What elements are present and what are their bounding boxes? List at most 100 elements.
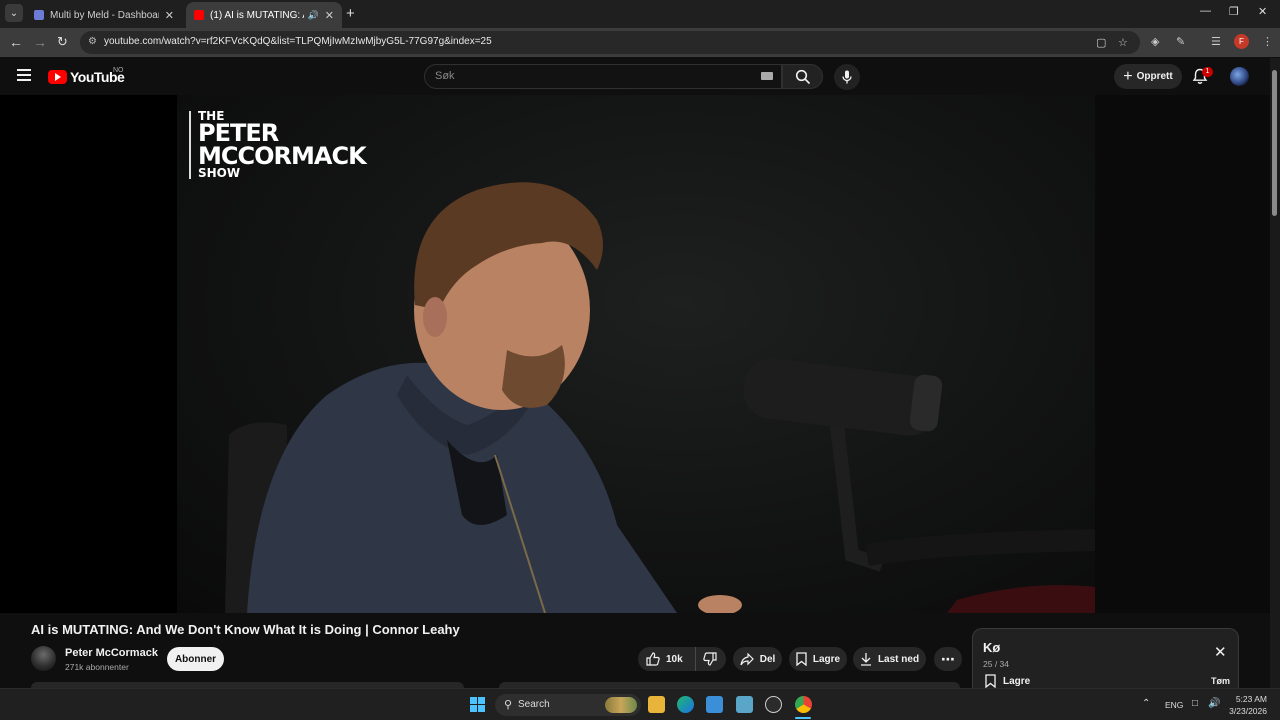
country-code: NO: [113, 67, 124, 74]
tab-title: (1) AI is MUTATING: And W: [210, 9, 304, 21]
queue-position: 25 / 34: [983, 659, 1009, 669]
tab-title: Multi by Meld - Dashboard.: [50, 9, 159, 21]
save-button[interactable]: Lagre: [789, 647, 847, 671]
queue-panel: Kø 25 / 34 ✕ Lagre Tøm: [972, 628, 1239, 690]
dislike-button[interactable]: [696, 647, 717, 671]
video-title: AI is MUTATING: And We Don't Know What I…: [31, 622, 460, 637]
hamburger-menu-icon[interactable]: [17, 69, 31, 81]
system-clock[interactable]: 5:23 AM 3/23/2026: [1225, 693, 1267, 717]
search-icon: ⚲: [504, 699, 513, 711]
install-app-icon[interactable]: ▢: [1096, 36, 1106, 49]
profile-avatar[interactable]: F: [1234, 34, 1249, 49]
like-count: 10k: [666, 653, 683, 665]
close-window-icon[interactable]: ✕: [1258, 5, 1267, 18]
video-player[interactable]: THE PETER MCCORMACK SHOW: [0, 95, 1270, 613]
show-logo-line: MCCORMACK: [198, 142, 367, 171]
notification-badge: 1: [1202, 67, 1213, 77]
video-letterbox: [1095, 95, 1270, 613]
save-label: Lagre: [812, 653, 841, 665]
close-tab-icon[interactable]: ✕: [325, 9, 334, 22]
site-info-icon[interactable]: ⚙: [88, 36, 97, 47]
language-indicator[interactable]: ENG: [1165, 700, 1183, 710]
like-button[interactable]: 10k: [638, 647, 696, 671]
plus-icon: +: [1123, 67, 1133, 85]
edge-browser-icon[interactable]: [677, 696, 694, 713]
voice-search-button[interactable]: [834, 64, 860, 90]
volume-icon[interactable]: 🔊: [1208, 698, 1220, 709]
tray-overflow-icon[interactable]: ⌃: [1142, 698, 1150, 709]
like-dislike-group: 10k: [638, 647, 726, 671]
search-highlight-image: [605, 697, 637, 713]
bookmark-icon: [985, 674, 996, 688]
forward-arrow-icon[interactable]: →: [33, 34, 47, 50]
windows-taskbar: ⚲ Search ⌃ ENG □ 🔊 5:23 AM 3/23/2026: [0, 688, 1280, 720]
tab-youtube-video[interactable]: (1) AI is MUTATING: And W 🔊 ✕: [186, 2, 342, 28]
more-actions-button[interactable]: ⋯: [934, 647, 962, 671]
active-app-indicator: [795, 717, 811, 719]
create-label: Opprett: [1136, 71, 1173, 82]
subscribe-button[interactable]: Abonner: [167, 647, 224, 671]
snipping-tool-icon[interactable]: [736, 696, 753, 713]
search-input[interactable]: Søk: [424, 64, 782, 89]
speaker-icon[interactable]: 🔊: [308, 10, 319, 21]
queue-save-button[interactable]: Lagre: [985, 674, 1030, 688]
app-icon[interactable]: [765, 696, 782, 713]
browser-window: ⌄ Multi by Meld - Dashboard. ✕ (1) AI is…: [0, 0, 1280, 720]
microphone-icon: [842, 70, 852, 84]
extension-icon[interactable]: ◈: [1151, 35, 1159, 48]
queue-save-label: Lagre: [1003, 675, 1031, 687]
share-arrow-icon: [740, 652, 754, 665]
page-scrollbar[interactable]: [1270, 58, 1280, 688]
taskbar-search[interactable]: ⚲ Search: [495, 694, 641, 716]
media-controls-icon[interactable]: ☰: [1211, 35, 1221, 48]
search-icon: [795, 69, 810, 84]
thumbs-up-icon: [646, 652, 660, 666]
restore-icon[interactable]: ❐: [1229, 5, 1239, 18]
url-text: youtube.com/watch?v=rf2KFVcKQdQ&list=TLP…: [104, 36, 492, 47]
windows-start-icon[interactable]: [470, 697, 485, 712]
thumbs-down-icon: [703, 652, 717, 666]
show-logo: THE PETER MCCORMACK SHOW: [189, 110, 367, 180]
share-label: Del: [759, 653, 776, 665]
queue-title: Kø: [983, 640, 1001, 655]
close-tab-icon[interactable]: ✕: [165, 9, 174, 22]
store-app-icon[interactable]: [706, 696, 723, 713]
share-button[interactable]: Del: [733, 647, 782, 671]
tab-search-button[interactable]: ⌄: [5, 4, 23, 22]
download-icon: [860, 653, 871, 666]
toolbar: ← → ↻ ⚙ youtube.com/watch?v=rf2KFVcKQdQ&…: [0, 28, 1280, 57]
minimize-icon[interactable]: —: [1200, 5, 1211, 17]
search-button[interactable]: [782, 64, 823, 89]
new-tab-button[interactable]: +: [346, 5, 355, 22]
bookmark-star-icon[interactable]: ☆: [1118, 36, 1128, 49]
tab-multi-meld[interactable]: Multi by Meld - Dashboard. ✕: [26, 2, 182, 28]
youtube-favicon-icon: [194, 10, 204, 20]
subscriber-count: 271k abonnenter: [65, 662, 129, 672]
network-icon[interactable]: □: [1192, 698, 1198, 709]
extensions-puzzle-icon[interactable]: ✎: [1176, 35, 1185, 48]
reload-icon[interactable]: ↻: [57, 34, 68, 50]
address-bar[interactable]: ⚙ youtube.com/watch?v=rf2KFVcKQdQ&list=T…: [80, 31, 1140, 54]
create-button[interactable]: + Opprett: [1114, 64, 1182, 89]
bookmark-icon: [796, 652, 807, 666]
account-avatar[interactable]: [1230, 67, 1249, 86]
keyboard-icon[interactable]: [761, 72, 773, 80]
clock-time: 5:23 AM: [1235, 694, 1267, 704]
file-explorer-icon[interactable]: [648, 696, 665, 713]
back-arrow-icon[interactable]: ←: [9, 34, 23, 50]
queue-clear-button[interactable]: Tøm: [1211, 676, 1230, 686]
scrollbar-thumb[interactable]: [1272, 70, 1277, 216]
meld-favicon-icon: [34, 10, 44, 20]
channel-name[interactable]: Peter McCormack: [65, 647, 158, 659]
channel-avatar[interactable]: [31, 646, 56, 671]
close-queue-icon[interactable]: ✕: [1214, 643, 1227, 661]
clock-date: 3/23/2026: [1229, 706, 1267, 716]
download-button[interactable]: Last ned: [853, 647, 926, 671]
search-placeholder: Søk: [435, 70, 455, 82]
menu-dots-icon[interactable]: ⋮: [1262, 35, 1273, 48]
taskbar-search-label: Search: [518, 699, 550, 710]
download-label: Last ned: [877, 653, 920, 665]
tab-strip: ⌄ Multi by Meld - Dashboard. ✕ (1) AI is…: [0, 0, 1280, 28]
youtube-play-icon: [48, 70, 67, 84]
chrome-icon[interactable]: [795, 696, 812, 713]
